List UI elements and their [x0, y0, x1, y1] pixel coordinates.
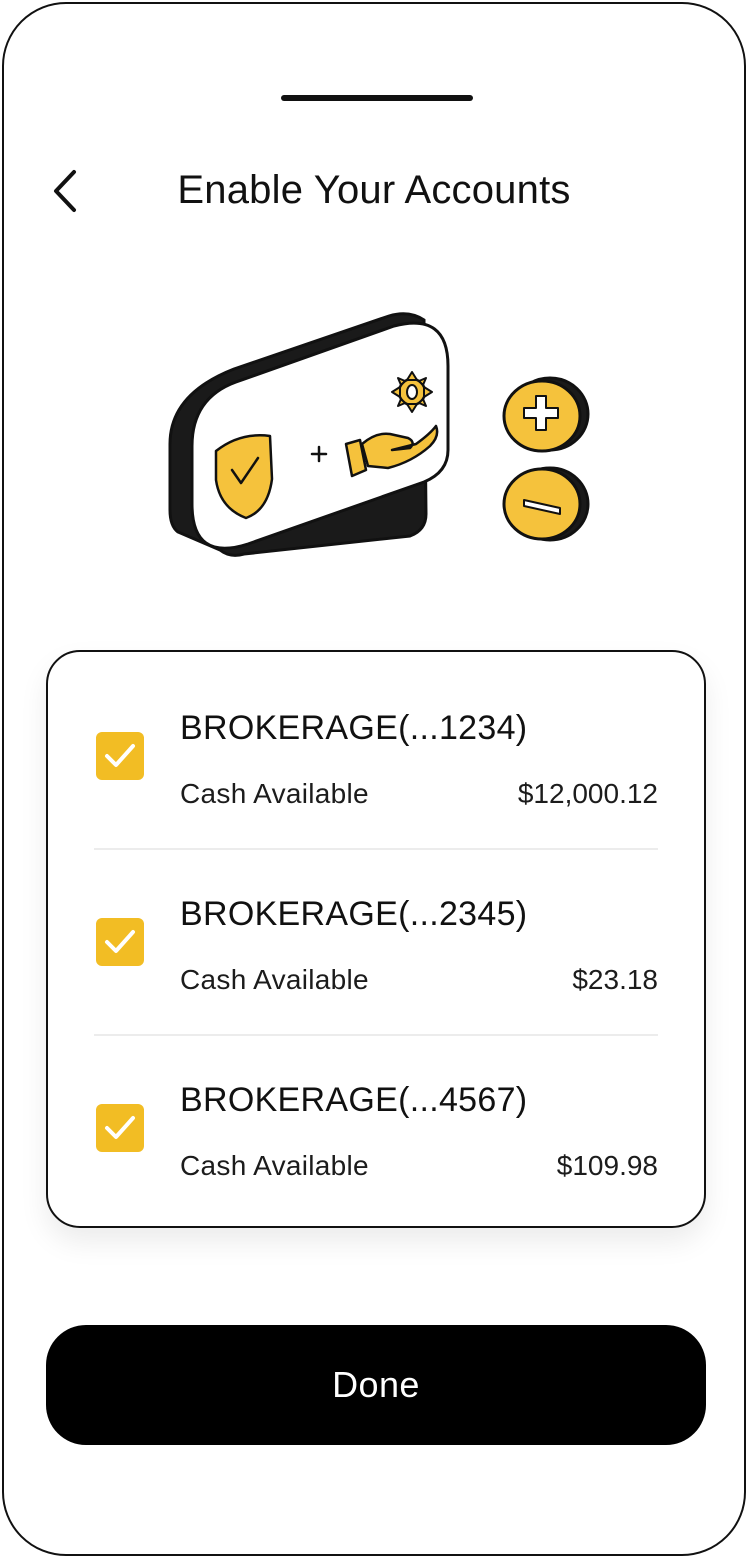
cash-available-value: $12,000.12: [517, 778, 658, 809]
account-row[interactable]: BROKERAGE(...2345) Cash Available $23.18: [48, 838, 704, 1024]
cash-available-value: $23.18: [572, 964, 658, 995]
checkmark-icon: [105, 744, 135, 767]
account-name: BROKERAGE(...4567): [180, 1081, 528, 1119]
page-title: Enable Your Accounts: [177, 168, 571, 212]
account-checkbox[interactable]: [96, 918, 144, 966]
cash-available-value: $109.98: [556, 1150, 658, 1181]
account-row[interactable]: BROKERAGE(...4567) Cash Available $109.9…: [48, 1024, 704, 1210]
account-checkbox[interactable]: [96, 732, 144, 780]
checkmark-icon: [105, 1116, 135, 1139]
done-button[interactable]: Done: [46, 1325, 706, 1445]
account-row[interactable]: BROKERAGE(...1234) Cash Available $12,00…: [48, 652, 704, 838]
minus-coin-icon: [502, 466, 590, 542]
account-name: BROKERAGE(...1234): [180, 709, 528, 747]
enable-accounts-illustration: [168, 312, 590, 557]
cash-available-label: Cash Available: [180, 778, 369, 809]
checkmark-icon: [105, 930, 135, 953]
plus-coin-icon: [502, 376, 590, 453]
cash-available-label: Cash Available: [180, 964, 369, 995]
accounts-card: BROKERAGE(...1234) Cash Available $12,00…: [46, 650, 706, 1228]
phone-frame: Enable Your Accounts BROKERAGE(...1234) …: [2, 2, 746, 1556]
account-name: BROKERAGE(...2345): [180, 895, 528, 933]
account-checkbox[interactable]: [96, 1104, 144, 1152]
cash-available-label: Cash Available: [180, 1150, 369, 1181]
drag-handle[interactable]: [281, 95, 473, 101]
